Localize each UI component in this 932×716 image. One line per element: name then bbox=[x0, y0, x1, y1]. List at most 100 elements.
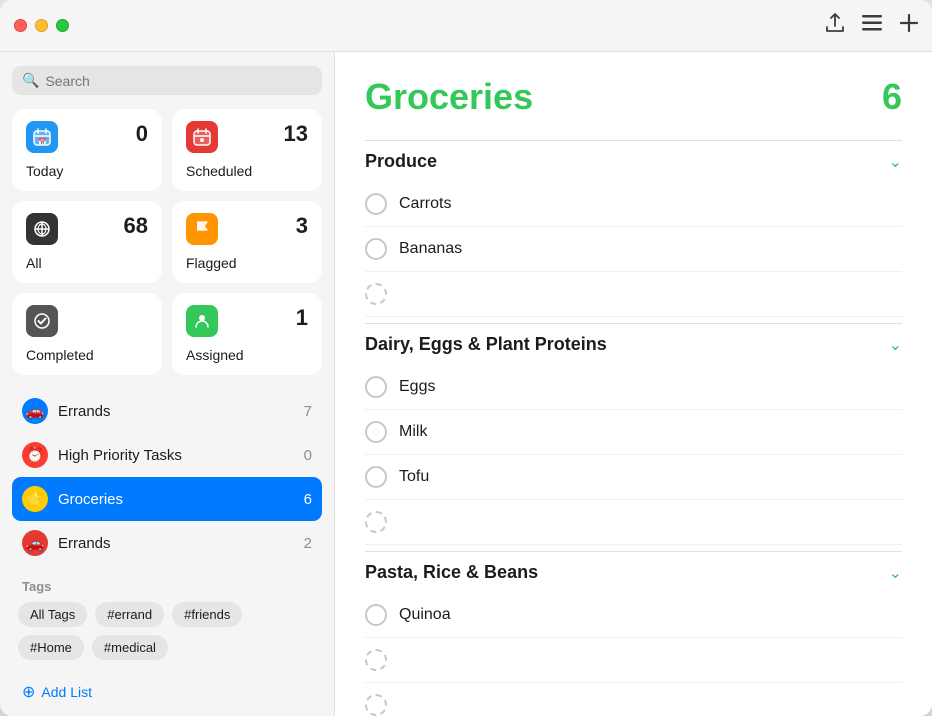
traffic-lights bbox=[14, 19, 69, 32]
add-list-icon: ⊕ bbox=[22, 682, 35, 702]
produce-section: Produce ⌄ Carrots Bananas bbox=[365, 140, 902, 317]
task-quinoa: Quinoa bbox=[365, 593, 902, 638]
minimize-button[interactable] bbox=[35, 19, 48, 32]
smart-list-scheduled[interactable]: 13 Scheduled bbox=[172, 109, 322, 191]
dairy-section: Dairy, Eggs & Plant Proteins ⌄ Eggs Milk… bbox=[365, 323, 902, 545]
milk-checkbox[interactable] bbox=[365, 421, 387, 443]
tags-section: Tags All Tags #errand #friends #Home #me… bbox=[12, 575, 322, 660]
quinoa-label: Quinoa bbox=[399, 606, 451, 624]
tofu-label: Tofu bbox=[399, 468, 429, 486]
title-bar bbox=[0, 0, 932, 52]
produce-empty-checkbox[interactable] bbox=[365, 283, 387, 305]
tag-friends[interactable]: #friends bbox=[172, 602, 242, 627]
smart-list-flagged[interactable]: 3 Flagged bbox=[172, 201, 322, 283]
add-list-label: Add List bbox=[41, 684, 92, 700]
close-button[interactable] bbox=[14, 19, 27, 32]
eggs-checkbox[interactable] bbox=[365, 376, 387, 398]
sidebar: 🔍 📅 0 Today bbox=[0, 52, 335, 716]
pasta-empty2-checkbox[interactable] bbox=[365, 694, 387, 716]
errands-label: Errands bbox=[58, 403, 294, 420]
smart-list-assigned[interactable]: 1 Assigned bbox=[172, 293, 322, 375]
detail-title: Groceries bbox=[365, 76, 533, 118]
bananas-label: Bananas bbox=[399, 240, 462, 258]
carrots-checkbox[interactable] bbox=[365, 193, 387, 215]
all-label: All bbox=[26, 255, 148, 271]
assigned-icon bbox=[186, 305, 218, 337]
list-item-groceries[interactable]: 🌟 Groceries 6 bbox=[12, 477, 322, 521]
high-priority-label: High Priority Tasks bbox=[58, 447, 294, 464]
errands2-label: Errands bbox=[58, 535, 294, 552]
today-label: Today bbox=[26, 163, 148, 179]
detail-count: 6 bbox=[882, 76, 902, 118]
search-bar[interactable]: 🔍 bbox=[12, 66, 322, 95]
add-reminder-icon[interactable] bbox=[900, 14, 918, 37]
list-item-high-priority[interactable]: ⏰ High Priority Tasks 0 bbox=[12, 433, 322, 477]
smart-list-all[interactable]: 68 All bbox=[12, 201, 162, 283]
app-window: 🔍 📅 0 Today bbox=[0, 0, 932, 716]
dairy-section-header[interactable]: Dairy, Eggs & Plant Proteins ⌄ bbox=[365, 323, 902, 365]
flagged-label: Flagged bbox=[186, 255, 308, 271]
tags-container: All Tags #errand #friends #Home #medical bbox=[12, 602, 322, 660]
scheduled-label: Scheduled bbox=[186, 163, 308, 179]
list-item-errands2[interactable]: 🚗 Errands 2 bbox=[12, 521, 322, 565]
quinoa-checkbox[interactable] bbox=[365, 604, 387, 626]
high-priority-list-icon: ⏰ bbox=[22, 442, 48, 468]
pasta-chevron-icon: ⌄ bbox=[889, 563, 902, 583]
smart-lists-grid: 📅 0 Today 13 Scheduled bbox=[12, 109, 322, 375]
task-pasta-empty2 bbox=[365, 683, 902, 716]
all-icon bbox=[26, 213, 58, 245]
scheduled-icon bbox=[186, 121, 218, 153]
produce-section-header[interactable]: Produce ⌄ bbox=[365, 140, 902, 182]
list-item-errands[interactable]: 🚗 Errands 7 bbox=[12, 389, 322, 433]
assigned-count: 1 bbox=[296, 305, 308, 331]
smart-list-completed[interactable]: Completed bbox=[12, 293, 162, 375]
pasta-section: Pasta, Rice & Beans ⌄ Quinoa bbox=[365, 551, 902, 716]
task-pasta-empty1 bbox=[365, 638, 902, 683]
detail-panel: Groceries 6 Produce ⌄ Carrots Bananas bbox=[335, 52, 932, 716]
today-icon: 📅 bbox=[26, 121, 58, 153]
groceries-count: 6 bbox=[304, 491, 312, 508]
task-produce-empty bbox=[365, 272, 902, 317]
errands2-list-icon: 🚗 bbox=[22, 530, 48, 556]
fullscreen-button[interactable] bbox=[56, 19, 69, 32]
search-icon: 🔍 bbox=[22, 72, 39, 89]
search-input[interactable] bbox=[45, 73, 312, 89]
errands-count: 7 bbox=[304, 403, 312, 420]
task-milk: Milk bbox=[365, 410, 902, 455]
pasta-section-header[interactable]: Pasta, Rice & Beans ⌄ bbox=[365, 551, 902, 593]
errands-list-icon: 🚗 bbox=[22, 398, 48, 424]
tofu-checkbox[interactable] bbox=[365, 466, 387, 488]
task-bananas: Bananas bbox=[365, 227, 902, 272]
pasta-empty1-checkbox[interactable] bbox=[365, 649, 387, 671]
dairy-empty-checkbox[interactable] bbox=[365, 511, 387, 533]
groceries-label: Groceries bbox=[58, 491, 294, 508]
task-eggs: Eggs bbox=[365, 365, 902, 410]
tag-medical[interactable]: #medical bbox=[92, 635, 168, 660]
tag-errand[interactable]: #errand bbox=[95, 602, 164, 627]
carrots-label: Carrots bbox=[399, 195, 451, 213]
groceries-list-icon: 🌟 bbox=[22, 486, 48, 512]
eggs-label: Eggs bbox=[399, 378, 435, 396]
bananas-checkbox[interactable] bbox=[365, 238, 387, 260]
high-priority-count: 0 bbox=[304, 447, 312, 464]
flagged-count: 3 bbox=[296, 213, 308, 239]
list-view-icon[interactable] bbox=[862, 15, 882, 36]
add-list-button[interactable]: ⊕ Add List bbox=[12, 672, 322, 716]
completed-icon bbox=[26, 305, 58, 337]
today-count: 0 bbox=[136, 121, 148, 147]
milk-label: Milk bbox=[399, 423, 427, 441]
smart-list-today[interactable]: 📅 0 Today bbox=[12, 109, 162, 191]
dairy-chevron-icon: ⌄ bbox=[889, 335, 902, 355]
dairy-title: Dairy, Eggs & Plant Proteins bbox=[365, 334, 607, 355]
flagged-icon bbox=[186, 213, 218, 245]
assigned-label: Assigned bbox=[186, 347, 308, 363]
svg-text:📅: 📅 bbox=[38, 137, 47, 146]
errands2-count: 2 bbox=[304, 535, 312, 552]
tag-home[interactable]: #Home bbox=[18, 635, 84, 660]
detail-header: Groceries 6 bbox=[365, 76, 902, 118]
task-carrots: Carrots bbox=[365, 182, 902, 227]
share-icon[interactable] bbox=[826, 13, 844, 38]
user-lists: 🚗 Errands 7 ⏰ High Priority Tasks 0 🌟 Gr… bbox=[12, 389, 322, 565]
produce-title: Produce bbox=[365, 151, 437, 172]
tag-all[interactable]: All Tags bbox=[18, 602, 87, 627]
